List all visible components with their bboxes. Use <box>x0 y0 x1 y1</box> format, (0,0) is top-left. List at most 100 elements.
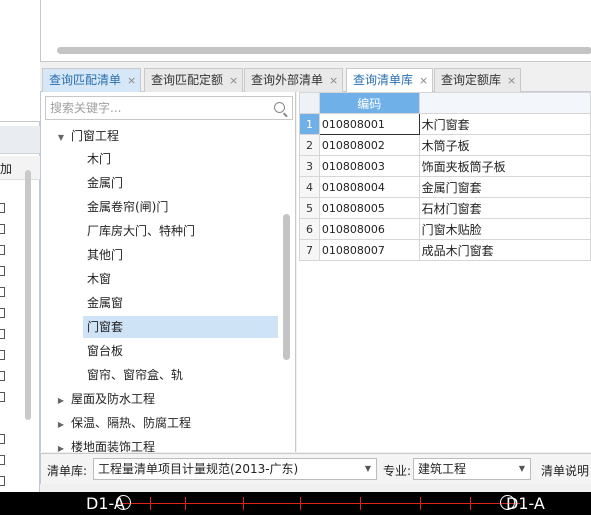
tree-node-roof[interactable]: ▶ 屋面及防水工程 <box>55 388 159 410</box>
row-number: 3 <box>299 155 320 177</box>
cell-name[interactable]: 门窗木贴脸 <box>418 218 591 240</box>
table-row[interactable]: 2 010808002 木筒子板 <box>299 134 591 156</box>
row-checkbox[interactable] <box>0 476 5 486</box>
tab-external-list[interactable]: 查询外部清单 × <box>244 68 344 92</box>
close-icon[interactable]: × <box>419 74 428 87</box>
tab-quota-library[interactable]: 查询定额库 × <box>434 68 522 92</box>
tree-node[interactable]: 木窗 <box>83 268 115 290</box>
row-checkbox[interactable] <box>0 266 5 276</box>
tree-node[interactable]: 金属门 <box>83 172 127 194</box>
library-filter-bar: 清单库: 工程量清单项目计量规范(2013-广东) ▼ 专业: 建筑工程 ▼ 清单说… <box>40 453 591 484</box>
tab-label: 查询匹配定额 <box>151 73 224 87</box>
table-row[interactable]: 7 010808007 成品木门窗套 <box>299 239 591 261</box>
column-header-name[interactable] <box>418 92 591 114</box>
tree-scrollbar[interactable] <box>283 214 290 360</box>
column-header-code[interactable]: 编码 <box>318 92 420 114</box>
cell-code[interactable]: 010808004 <box>318 176 420 198</box>
list-grid-panel: 编码 1 010808001 木门窗套 2 010808002 木筒子板 3 010808… <box>297 92 591 452</box>
left-column-label: 加 <box>0 162 13 176</box>
list-table: 编码 1 010808001 木门窗套 2 010808002 木筒子板 3 010808… <box>299 92 591 261</box>
left-column-header: 加 <box>0 156 40 180</box>
close-icon[interactable]: × <box>507 74 516 87</box>
cell-name[interactable]: 成品木门窗套 <box>418 239 591 261</box>
close-icon[interactable]: × <box>127 74 136 87</box>
row-checkbox[interactable] <box>0 287 5 297</box>
left-scrollbar[interactable] <box>25 170 31 420</box>
row-checkbox[interactable] <box>0 224 5 234</box>
tree-node[interactable]: 窗台板 <box>83 340 127 362</box>
search-input[interactable] <box>50 99 268 117</box>
cell-code[interactable]: 010808003 <box>318 155 420 177</box>
chevron-right-icon[interactable]: ▶ <box>55 414 67 436</box>
tab-list-library[interactable]: 查询清单库 × <box>346 68 434 93</box>
chevron-right-icon[interactable]: ▶ <box>55 390 67 412</box>
cad-tick <box>420 497 421 510</box>
cell-name[interactable]: 石材门窗套 <box>418 197 591 219</box>
left-header-bar <box>0 126 40 154</box>
top-panel <box>40 0 591 62</box>
top-horizontal-scrollbar[interactable] <box>57 47 591 54</box>
row-checkbox[interactable] <box>0 392 5 402</box>
chevron-right-icon[interactable]: ▶ <box>55 438 67 452</box>
list-description-label[interactable]: 清单说明 <box>541 462 589 479</box>
cell-code[interactable]: 010808002 <box>318 134 420 156</box>
row-checkbox[interactable] <box>0 350 5 360</box>
cell-code[interactable]: 010808005 <box>318 197 420 219</box>
cell-name[interactable]: 金属门窗套 <box>418 176 591 198</box>
major-select[interactable]: 建筑工程 ▼ <box>413 458 531 480</box>
row-checkbox[interactable] <box>0 371 5 381</box>
cell-code[interactable]: 010808007 <box>318 239 420 261</box>
row-number: 5 <box>299 197 320 219</box>
cell-code[interactable]: 010808006 <box>318 218 420 240</box>
major-label: 专业: <box>383 464 412 478</box>
category-tree-panel: ▼门窗工程 木门 金属门 金属卷帘(闸)门 厂库房大门、特种门 其他门 木窗 金… <box>40 92 296 452</box>
row-checkbox[interactable] <box>0 434 5 444</box>
row-checkbox[interactable] <box>0 308 5 318</box>
query-tab-bar: 查询匹配清单 × 查询匹配定额 × 查询外部清单 × 查询清单库 × 查询定额库 × <box>40 66 591 93</box>
tree-node[interactable]: 其他门 <box>83 244 127 266</box>
grid-corner[interactable] <box>299 92 320 114</box>
cell-code[interactable]: 010808001 <box>318 113 420 135</box>
row-checkbox[interactable] <box>0 203 5 213</box>
tab-label: 查询定额库 <box>441 73 502 87</box>
tree-node[interactable]: 厂库房大门、特种门 <box>83 220 199 242</box>
tab-label: 查询清单库 <box>353 73 414 87</box>
close-icon[interactable]: × <box>329 74 338 87</box>
table-row[interactable]: 4 010808004 金属门窗套 <box>299 176 591 198</box>
row-checkbox[interactable] <box>0 245 5 255</box>
search-box <box>45 96 293 120</box>
row-checkbox[interactable] <box>0 455 5 465</box>
library-select[interactable]: 工程量清单项目计量规范(2013-广东) ▼ <box>93 458 377 480</box>
library-label: 清单库: <box>47 464 88 478</box>
tab-match-list[interactable]: 查询匹配清单 × <box>42 68 142 92</box>
tree-node[interactable]: 金属卷帘(闸)门 <box>83 196 172 218</box>
chevron-down-icon: ▼ <box>364 464 371 473</box>
table-row[interactable]: 3 010808003 饰面夹板筒子板 <box>299 155 591 177</box>
row-number: 7 <box>299 239 320 261</box>
chevron-down-icon: ▼ <box>518 464 525 473</box>
cad-tick <box>470 497 471 510</box>
row-checkbox[interactable] <box>0 329 5 339</box>
search-icon[interactable] <box>274 102 285 113</box>
tree-node-doors-windows[interactable]: ▼ 门窗工程 <box>55 125 123 147</box>
tree-node[interactable]: 窗帘、窗帘盒、轨 <box>83 364 187 386</box>
tree-node-selected[interactable]: 门窗套 <box>83 316 278 338</box>
cad-tick <box>300 497 301 510</box>
cad-tick <box>360 497 361 510</box>
cell-name[interactable]: 木门窗套 <box>418 113 591 135</box>
tree-node[interactable]: 木门 <box>83 148 115 170</box>
cad-tick <box>150 497 151 510</box>
cell-name[interactable]: 木筒子板 <box>418 134 591 156</box>
tree-node-floor[interactable]: ▶ 楼地面装饰工程 <box>55 436 159 452</box>
cad-axis-label-left: D1-A <box>86 494 125 513</box>
table-row[interactable]: 1 010808001 木门窗套 <box>299 113 591 135</box>
tab-match-quota[interactable]: 查询匹配定额 × <box>144 68 244 92</box>
table-row[interactable]: 6 010808006 门窗木贴脸 <box>299 218 591 240</box>
chevron-down-icon[interactable]: ▼ <box>55 127 67 149</box>
table-row[interactable]: 5 010808005 石材门窗套 <box>299 197 591 219</box>
tree-node-insulation[interactable]: ▶ 保温、隔热、防腐工程 <box>55 412 195 434</box>
left-partial-panel: 加 <box>0 0 40 492</box>
close-icon[interactable]: × <box>229 74 238 87</box>
cell-name[interactable]: 饰面夹板筒子板 <box>418 155 591 177</box>
tree-node[interactable]: 金属窗 <box>83 292 127 314</box>
